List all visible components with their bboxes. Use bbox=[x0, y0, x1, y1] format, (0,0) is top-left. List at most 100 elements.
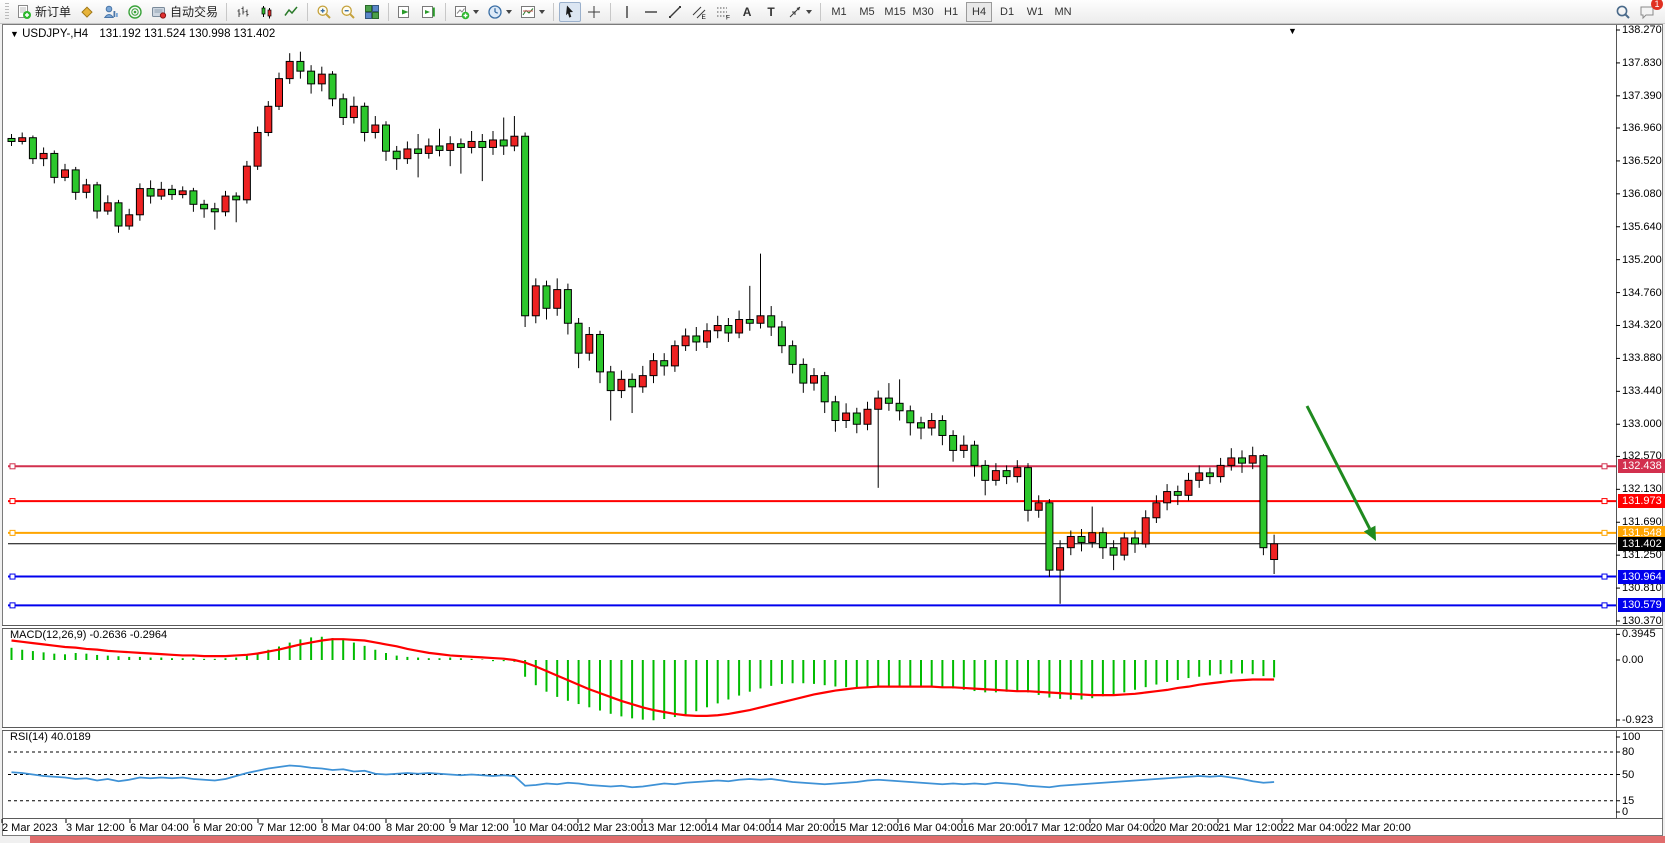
new-order-button[interactable]: 新订单 bbox=[13, 2, 74, 22]
time-axis-label: 7 Mar 12:00 bbox=[258, 822, 317, 834]
bottom-accent-bar bbox=[30, 836, 1665, 843]
line-chart-button[interactable] bbox=[280, 2, 302, 22]
time-axis-label: 16 Mar 20:00 bbox=[962, 822, 1027, 834]
price-axis-border bbox=[1616, 25, 1617, 818]
tile-windows-button[interactable] bbox=[361, 2, 383, 22]
toolbar-separator bbox=[445, 3, 446, 21]
time-axis-label: 2 Mar 2023 bbox=[2, 822, 58, 834]
price-axis-label: 135.640 bbox=[1622, 221, 1662, 233]
timeframe-button-w1[interactable]: W1 bbox=[1022, 2, 1048, 22]
signals-button[interactable] bbox=[124, 2, 146, 22]
time-axis-label: 14 Mar 04:00 bbox=[706, 822, 771, 834]
rsi-axis-label: 80 bbox=[1622, 746, 1634, 758]
crosshair-button[interactable] bbox=[583, 2, 605, 22]
macd-axis-label: 0.00 bbox=[1622, 654, 1643, 666]
arrows-icon bbox=[787, 4, 803, 20]
timeframe-button-m30[interactable]: M30 bbox=[910, 2, 936, 22]
gold-icon bbox=[79, 4, 95, 20]
price-line-badge-132.438: 132.438 bbox=[1618, 459, 1665, 473]
chart-symbol-period: USDJPY-,H4 bbox=[22, 28, 88, 40]
bar-chart-button[interactable] bbox=[232, 2, 254, 22]
arrows-button[interactable] bbox=[784, 2, 815, 22]
time-axis-label: 13 Mar 12:00 bbox=[642, 822, 707, 834]
candlestick-chart-button[interactable] bbox=[256, 2, 278, 22]
notification-badge: 1 bbox=[1651, 0, 1663, 10]
cursor-button[interactable] bbox=[559, 2, 581, 22]
zoomin-icon bbox=[316, 4, 332, 20]
chart-shift-button[interactable] bbox=[418, 2, 440, 22]
time-axis-label: 20 Mar 20:00 bbox=[1154, 822, 1219, 834]
toolbar-right-group: 1 bbox=[1611, 2, 1659, 22]
time-axis-label: 21 Mar 12:00 bbox=[1218, 822, 1283, 834]
chart-collapse-icon[interactable]: ▼ bbox=[10, 29, 19, 39]
price-axis-label: 135.200 bbox=[1622, 254, 1662, 266]
chevron-down-icon bbox=[506, 10, 512, 14]
autoscroll-icon bbox=[397, 4, 413, 20]
trendline-icon bbox=[667, 4, 683, 20]
candles-icon bbox=[259, 4, 275, 20]
toolbar-separator bbox=[610, 3, 611, 21]
fibonacci-button[interactable]: F bbox=[712, 2, 734, 22]
timeframe-button-h4[interactable]: H4 bbox=[966, 2, 992, 22]
trendline-button[interactable] bbox=[664, 2, 686, 22]
timeframe-button-m5[interactable]: M5 bbox=[854, 2, 880, 22]
text-button[interactable]: A bbox=[736, 2, 758, 22]
market-watch-button[interactable] bbox=[76, 2, 98, 22]
toolbar-separator bbox=[307, 3, 308, 21]
zoom-out-button[interactable] bbox=[337, 2, 359, 22]
time-axis-label: 15 Mar 12:00 bbox=[834, 822, 899, 834]
text-label-button-glyph: T bbox=[767, 5, 774, 19]
timeframe-button-mn[interactable]: MN bbox=[1050, 2, 1076, 22]
newchart-icon bbox=[454, 4, 470, 20]
notifications-button[interactable]: 1 bbox=[1636, 2, 1658, 22]
rsi-panel-splitter[interactable] bbox=[2, 727, 1663, 731]
chevron-down-icon bbox=[473, 10, 479, 14]
svg-text:F: F bbox=[726, 14, 730, 20]
time-axis-label: 3 Mar 12:00 bbox=[66, 822, 125, 834]
new-order-icon bbox=[16, 4, 32, 20]
chart-dropdown-marker[interactable]: ▼ bbox=[1288, 26, 1297, 36]
rsi-axis-label: 0 bbox=[1622, 806, 1628, 818]
time-axis-label: 8 Mar 04:00 bbox=[322, 822, 381, 834]
horizontal-line-button[interactable] bbox=[640, 2, 662, 22]
chart-ohlc-values: 131.192 131.524 130.998 131.402 bbox=[99, 28, 275, 40]
period-button[interactable] bbox=[484, 2, 515, 22]
price-line-badge-130.579: 130.579 bbox=[1618, 598, 1665, 612]
search-button[interactable] bbox=[1612, 2, 1634, 22]
svg-text:E: E bbox=[702, 14, 707, 20]
timeframe-button-m1[interactable]: M1 bbox=[826, 2, 852, 22]
vertical-line-button[interactable] bbox=[616, 2, 638, 22]
timeframe-button-d1[interactable]: D1 bbox=[994, 2, 1020, 22]
price-axis-label: 131.250 bbox=[1622, 549, 1662, 561]
macd-axis-label: 0.3945 bbox=[1622, 628, 1656, 640]
time-axis-label: 22 Mar 20:00 bbox=[1346, 822, 1411, 834]
autotrading-button[interactable]: 自动交易 bbox=[148, 2, 221, 22]
channel-button[interactable]: E bbox=[688, 2, 710, 22]
autotrade-icon bbox=[151, 4, 167, 20]
chevron-down-icon bbox=[539, 10, 545, 14]
toolbar-separator bbox=[820, 3, 821, 21]
shift-icon bbox=[421, 4, 437, 20]
tile-icon bbox=[364, 4, 380, 20]
auto-scroll-button[interactable] bbox=[394, 2, 416, 22]
timeframe-button-m15[interactable]: M15 bbox=[882, 2, 908, 22]
price-axis-label: 130.810 bbox=[1622, 582, 1662, 594]
new-chart-button[interactable] bbox=[451, 2, 482, 22]
macd-panel-splitter[interactable] bbox=[2, 625, 1663, 629]
zoomout-icon bbox=[340, 4, 356, 20]
zoom-in-button[interactable] bbox=[313, 2, 335, 22]
price-axis-label: 133.440 bbox=[1622, 385, 1662, 397]
person-icon bbox=[103, 4, 119, 20]
chevron-down-icon bbox=[806, 10, 812, 14]
time-axis-label: 6 Mar 20:00 bbox=[194, 822, 253, 834]
price-line-badge-131.973: 131.973 bbox=[1618, 494, 1665, 508]
template-button[interactable] bbox=[517, 2, 548, 22]
data-window-button[interactable] bbox=[100, 2, 122, 22]
timeframe-button-h1[interactable]: H1 bbox=[938, 2, 964, 22]
price-axis-label: 137.830 bbox=[1622, 57, 1662, 69]
price-axis-label: 134.760 bbox=[1622, 287, 1662, 299]
toolbar-grip[interactable] bbox=[5, 3, 9, 21]
text-label-button[interactable]: T bbox=[760, 2, 782, 22]
vline-icon bbox=[619, 4, 635, 20]
current-price-badge: 131.402 bbox=[1618, 537, 1665, 551]
